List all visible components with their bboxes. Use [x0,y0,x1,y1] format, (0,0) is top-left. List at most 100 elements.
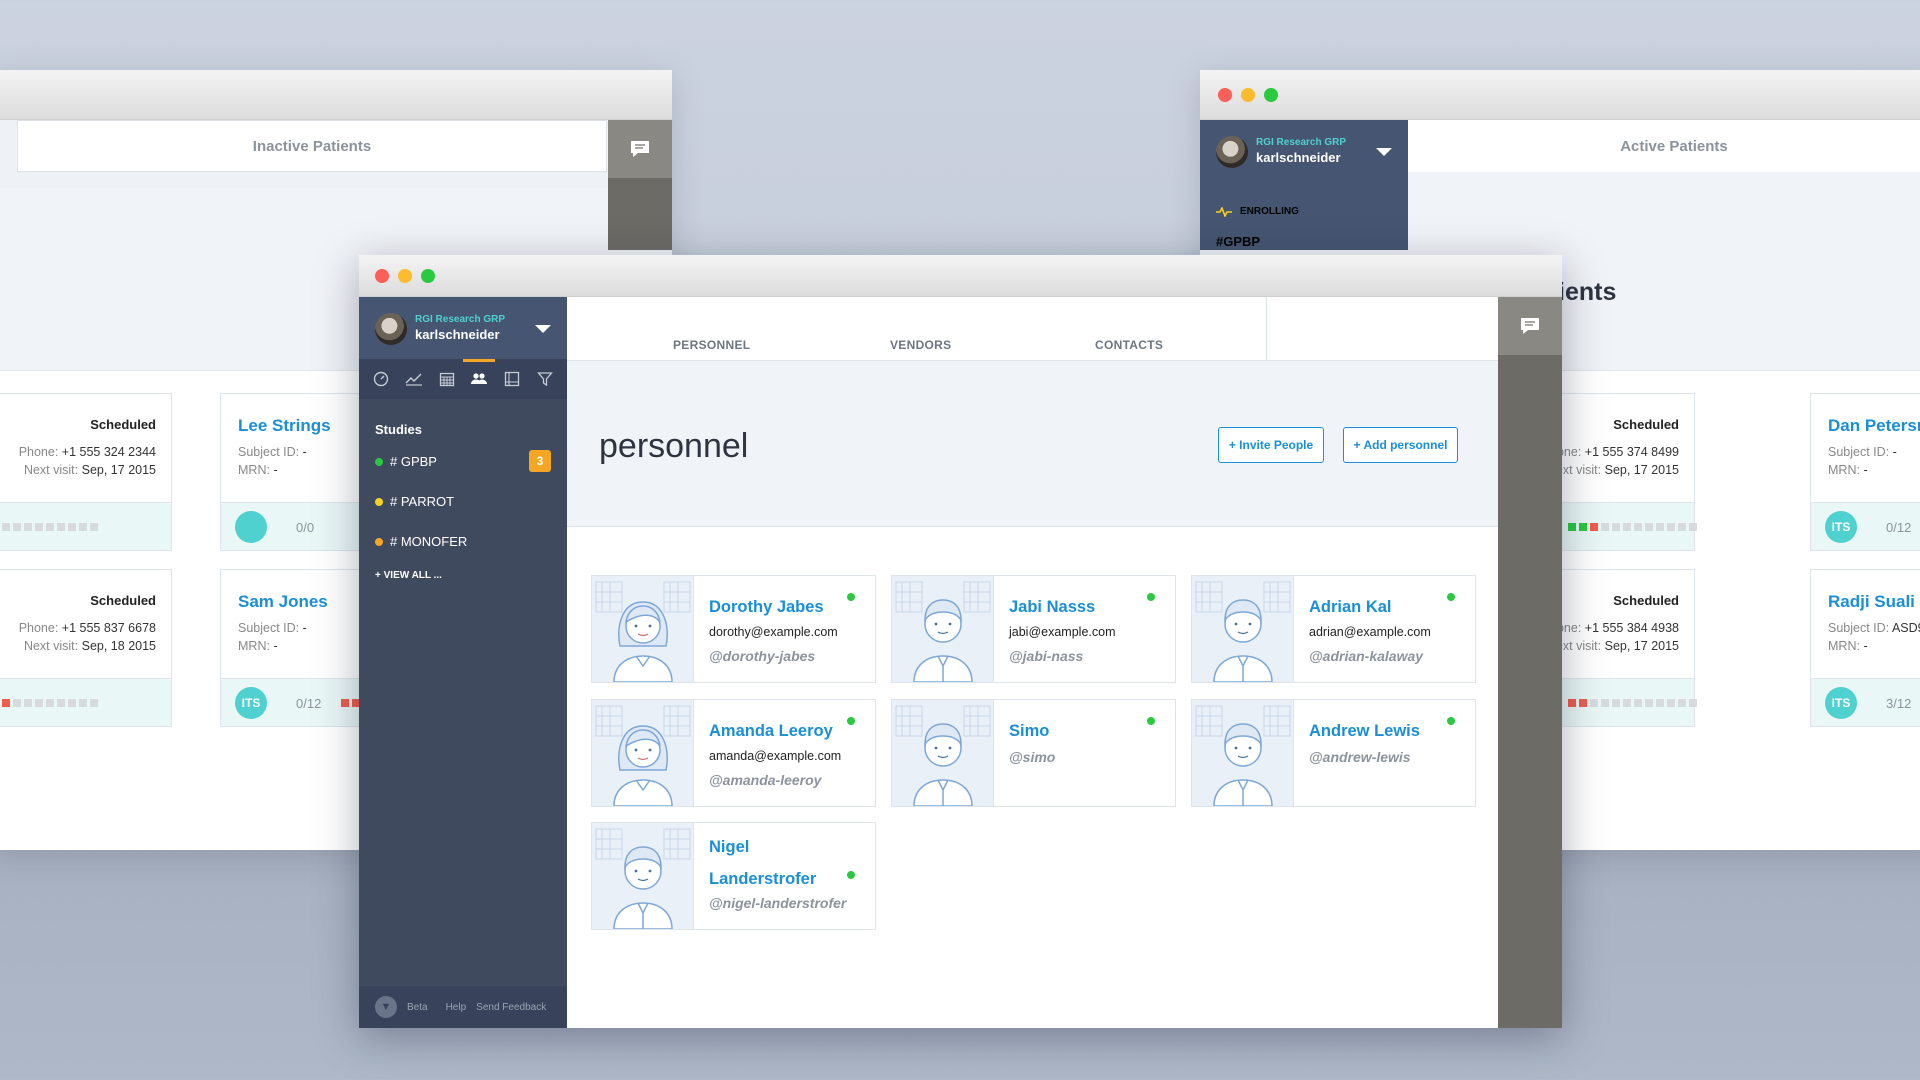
card-footer [0,502,171,550]
status-dot [375,497,383,506]
person-card[interactable]: Simo @simo [891,699,1176,807]
avatar [375,313,407,345]
tab-inactive-patients[interactable]: Inactive Patients [17,120,607,172]
patient-name[interactable]: Dan Petersn [1828,416,1920,436]
activity-icon[interactable] [402,359,426,399]
person-handle: @amanda-leeroy [709,772,822,788]
user-block[interactable]: RGI Research GRP karlschneider [1200,120,1408,182]
patient-name[interactable]: Lee Strings [238,416,331,436]
study-label: # PARROT [390,494,455,509]
online-status-dot [1447,717,1455,725]
patient-card[interactable]: Scheduled Phone: +1 555 837 6678 Next vi… [0,569,172,727]
subject-id-line: Subject ID: - [238,445,307,459]
status-label: Scheduled [90,417,156,432]
user-block[interactable]: RGI Research GRP karlschneider [359,297,567,359]
next-visit-line: Next visit: Sep, 17 2015 [23,463,156,477]
progress-bars [0,523,98,531]
patient-name[interactable]: Sam Jones [238,592,328,612]
dashboard-icon[interactable] [369,359,393,399]
mrn-line: MRN: - [238,639,278,653]
window-controls [375,269,435,283]
person-name[interactable]: Nigel Landerstrofer [709,831,819,895]
chat-button[interactable] [1498,297,1562,355]
person-card[interactable]: Andrew Lewis @andrew-lewis [1191,699,1476,807]
progress-bars [341,699,360,707]
add-personnel-button[interactable]: + Add personnel [1343,427,1458,463]
tab-contacts[interactable]: CONTACTS [1095,338,1163,352]
org-name: RGI Research GRP [1256,137,1347,148]
tab-active-patients[interactable]: Active Patients [1408,120,1920,172]
person-avatar [592,700,694,806]
mrn-line: MRN: - [1828,639,1868,653]
chat-icon [1521,318,1539,334]
calendar-icon[interactable] [435,359,459,399]
status-label: Scheduled [90,593,156,608]
chat-button[interactable] [608,120,672,178]
invite-people-button[interactable]: + Invite People [1218,427,1324,463]
person-card[interactable]: Amanda Leeroy amanda@example.com @amanda-l… [591,699,876,807]
personnel-window: RGI Research GRP karlschneider Studies #… [359,255,1562,1028]
tab-personnel[interactable]: PERSONNEL [673,338,750,352]
patient-card[interactable]: Radji Suali Subject ID: ASD9 MRN: - ITS … [1810,569,1920,727]
minimize-icon[interactable] [398,269,412,283]
phone-line: Phone: +1 555 384 4938 [1542,621,1679,635]
person-handle: @dorothy-jabes [709,648,816,664]
chevron-down-icon[interactable] [1376,148,1392,156]
minimize-icon[interactable] [1241,88,1255,102]
person-card[interactable]: Adrian Kal adrian@example.com @adrian-kala… [1191,575,1476,683]
person-avatar [1192,700,1294,806]
study-item-monofer[interactable]: # MONOFER [375,534,467,549]
user-name: karlschneider [1256,150,1341,165]
person-avatar [892,700,994,806]
card-footer [0,678,171,726]
person-card[interactable]: Jabi Nasss jabi@example.com @jabi-nass [891,575,1176,683]
view-all-link[interactable]: + VIEW ALL ... [375,570,442,581]
study-item-parrot[interactable]: # PARROT [375,494,454,509]
person-name[interactable]: Amanda Leeroy [709,715,849,747]
person-name[interactable]: Adrian Kal [1309,591,1449,623]
person-handle: @adrian-kalaway [1309,648,1424,664]
person-name[interactable]: Dorothy Jabes [709,591,849,623]
person-email[interactable]: jabi@example.com [1009,625,1115,639]
tab-vendors[interactable]: VENDORS [890,338,951,352]
person-card[interactable]: Nigel Landerstrofer @nigel-landerstrofer [591,822,876,930]
person-card[interactable]: Dorothy Jabes dorothy@example.com @dorothy… [591,575,876,683]
phone-line: Phone: +1 555 837 6678 [18,621,156,635]
window-titlebar [1200,70,1920,120]
org-name: RGI Research GRP [415,314,506,325]
status-label: Scheduled [1613,417,1679,432]
beta-label: Beta [407,1001,428,1013]
study-item-gpbp[interactable]: # GPBP [375,454,437,469]
patient-card[interactable]: Scheduled Phone: +1 555 324 2344 Next vi… [0,393,172,551]
feedback-link[interactable]: Send Feedback [476,1002,546,1013]
patient-card[interactable]: Dan Petersn Subject ID: - MRN: - ITS 0/1… [1810,393,1920,551]
enrolling-row: ENROLLING [1216,206,1299,217]
people-icon[interactable] [463,359,496,399]
filter-icon[interactable] [533,359,557,399]
study-label[interactable]: #GPBP [1216,234,1260,249]
study-label: # GPBP [390,454,437,469]
person-name[interactable]: Andrew Lewis [1309,715,1449,747]
chat-column [1498,297,1562,1028]
page-title: personnel [599,427,749,465]
visit-ratio: 0/0 [296,520,315,535]
maximize-icon[interactable] [421,269,435,283]
subject-id-line: Subject ID: - [1828,445,1897,459]
page-header: personnel + Invite People + Add personne… [567,361,1498,527]
maximize-icon[interactable] [1264,88,1278,102]
person-name[interactable]: Jabi Nasss [1009,591,1149,623]
chevron-down-icon[interactable] [535,325,551,333]
enrolling-label: ENROLLING [1240,206,1299,217]
main-content: PERSONNEL VENDORS CONTACTS personnel + I… [567,297,1498,1028]
reports-icon[interactable] [500,359,524,399]
close-icon[interactable] [375,269,389,283]
progress-bars [1568,523,1697,531]
progress-bars [1568,699,1697,707]
patient-name[interactable]: Radji Suali [1828,592,1915,612]
help-link[interactable]: Help [446,1002,467,1013]
close-icon[interactable] [1218,88,1232,102]
person-email[interactable]: dorothy@example.com [709,625,838,639]
person-email[interactable]: adrian@example.com [1309,625,1431,639]
person-email[interactable]: amanda@example.com [709,749,841,763]
person-name[interactable]: Simo [1009,715,1149,747]
